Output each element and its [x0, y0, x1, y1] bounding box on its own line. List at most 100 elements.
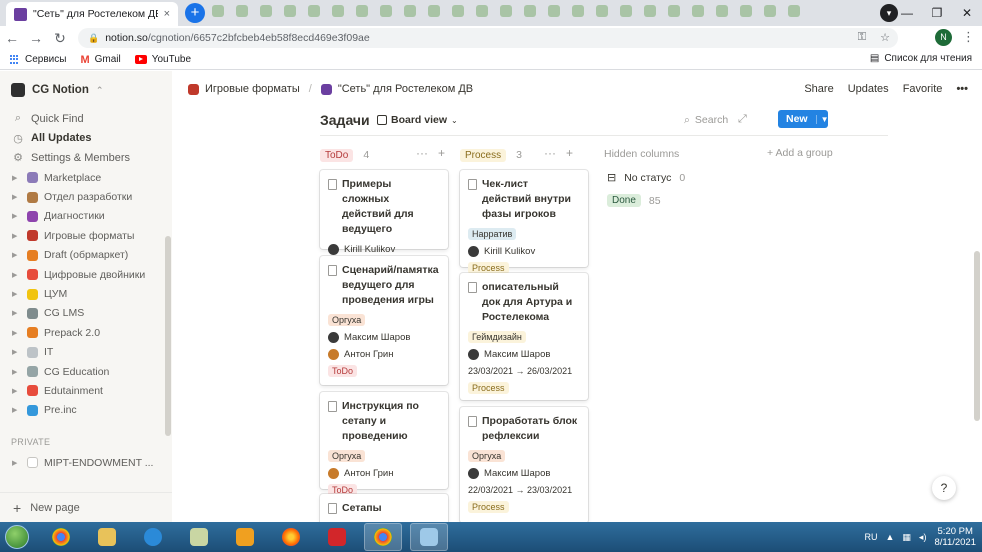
volume-icon[interactable]: ◂): [919, 532, 927, 543]
sidebar-item[interactable]: ▶ Диагностики: [12, 207, 145, 226]
board-card[interactable]: описательный док для Артура и Ростелеком…: [460, 273, 588, 400]
language-indicator[interactable]: RU: [864, 532, 877, 542]
board-column-header[interactable]: Process 3 ··· +: [460, 146, 573, 164]
database-title[interactable]: Задачи: [320, 112, 370, 128]
tab-favicon-icon[interactable]: [740, 5, 752, 17]
caret-right-icon[interactable]: ▶: [12, 406, 21, 414]
board-card[interactable]: Сетапы: [320, 494, 448, 522]
board-card[interactable]: Сценарий/памятка ведущего для проведения…: [320, 256, 448, 385]
back-button[interactable]: ←: [0, 30, 24, 46]
hidden-group-no-status[interactable]: ⊟ No статус 0: [607, 171, 685, 185]
caret-right-icon[interactable]: ▶: [12, 329, 21, 337]
tab-favicon-icon[interactable]: [428, 5, 440, 17]
sidebar-item[interactable]: ▶ CG LMS: [12, 304, 145, 323]
board-card[interactable]: Чек-лист действий внутри фазы игроков Нар…: [460, 170, 588, 274]
tab-favicon-icon[interactable]: [380, 5, 392, 17]
network-icon[interactable]: ▦: [902, 532, 911, 543]
tab-favicon-icon[interactable]: [212, 5, 224, 17]
bookmark-youtube[interactable]: YouTube: [134, 54, 191, 65]
updates-button[interactable]: Updates: [848, 83, 889, 95]
board-column-header[interactable]: ToDo 4 ··· +: [320, 146, 445, 164]
caret-right-icon[interactable]: ▶: [12, 232, 21, 240]
share-button[interactable]: Share: [804, 83, 833, 95]
more-icon[interactable]: ···: [544, 146, 556, 160]
tab-favicon-icon[interactable]: [356, 5, 368, 17]
star-icon[interactable]: ☆: [880, 31, 890, 44]
expand-icon[interactable]: ⤢: [738, 113, 747, 126]
sidebar-item[interactable]: ▶ Marketplace: [12, 168, 145, 187]
board-card[interactable]: Проработать блок рефлексии Оргуха Максим Ш…: [460, 407, 588, 522]
tab-favicon-icon[interactable]: [620, 5, 632, 17]
profile-avatar[interactable]: N: [935, 29, 952, 46]
reload-button[interactable]: ↻: [48, 30, 72, 47]
key-icon[interactable]: ⚿: [858, 31, 866, 44]
sidebar-item[interactable]: ▶ Pre.inc: [12, 401, 145, 420]
board-card[interactable]: Инструкция по сетапу и проведению Оргуха А…: [320, 392, 448, 496]
taskbar-chrome[interactable]: [42, 523, 80, 551]
taskbar-media[interactable]: [226, 523, 264, 551]
taskbar-acrobat[interactable]: [318, 523, 356, 551]
new-item-button[interactable]: New ▼: [778, 110, 829, 128]
bookmark-services[interactable]: Сервисы: [10, 54, 66, 65]
tab-favicon-icon[interactable]: [764, 5, 776, 17]
help-button[interactable]: ?: [932, 476, 956, 500]
breadcrumb-item[interactable]: Игровые форматы: [205, 83, 300, 95]
tab-favicon-icon[interactable]: [668, 5, 680, 17]
taskbar-notepad[interactable]: [410, 523, 448, 551]
new-page-button[interactable]: + New page: [0, 492, 172, 522]
caret-right-icon[interactable]: ▶: [12, 309, 21, 317]
tab-favicon-icon[interactable]: [236, 5, 248, 17]
clock[interactable]: 5:20 PM 8/11/2021: [934, 526, 976, 548]
close-icon[interactable]: ×: [164, 8, 170, 20]
caret-right-icon[interactable]: ▶: [12, 193, 21, 201]
sidebar-item[interactable]: ▶ ЦУМ: [12, 284, 145, 303]
browser-tab[interactable]: "Сеть" для Ростелеком ДВ ×: [6, 2, 178, 26]
tab-favicon-icon[interactable]: [572, 5, 584, 17]
tab-favicon-icon[interactable]: [452, 5, 464, 17]
tab-favicon-icon[interactable]: [788, 5, 800, 17]
taskbar-explorer[interactable]: [88, 523, 126, 551]
caret-right-icon[interactable]: ▶: [12, 459, 21, 467]
hidden-group-done[interactable]: Done 85: [607, 194, 661, 207]
sidebar-scrollbar[interactable]: [165, 236, 171, 436]
breadcrumb-item[interactable]: "Сеть" для Ростелеком ДВ: [338, 83, 473, 95]
caret-right-icon[interactable]: ▶: [12, 271, 21, 279]
workspace-switcher[interactable]: CG Notion ⌃: [11, 83, 103, 97]
address-bar[interactable]: 🔒 notion.so/cgnotion/6657c2bfcbeb4eb58f8…: [78, 28, 898, 48]
sidebar-item[interactable]: ▶ Цифровые двойники: [12, 265, 145, 284]
taskbar-paint[interactable]: [180, 523, 218, 551]
sidebar-item[interactable]: ▶ Игровые форматы: [12, 226, 145, 245]
minimize-button[interactable]: —: [892, 0, 922, 26]
more-options-button[interactable]: •••: [956, 83, 968, 95]
tab-favicon-icon[interactable]: [716, 5, 728, 17]
page-scrollbar[interactable]: [974, 251, 980, 421]
tab-favicon-icon[interactable]: [260, 5, 272, 17]
close-window-button[interactable]: ✕: [952, 0, 982, 26]
tab-favicon-icon[interactable]: [548, 5, 560, 17]
sidebar-item[interactable]: ▶ CG Education: [12, 362, 145, 381]
new-tab-button[interactable]: +: [185, 3, 205, 23]
database-search[interactable]: ⌕ Search: [684, 114, 728, 127]
chrome-menu-icon[interactable]: ⋮: [962, 29, 975, 45]
tab-favicon-icon[interactable]: [644, 5, 656, 17]
sidebar-item[interactable]: ▶ Отдел разработки: [12, 187, 145, 206]
tab-favicon-icon[interactable]: [500, 5, 512, 17]
taskbar-chrome-active[interactable]: [364, 523, 402, 551]
view-selector[interactable]: Board view ⌄: [377, 114, 458, 126]
tab-favicon-icon[interactable]: [596, 5, 608, 17]
taskbar-firefox[interactable]: [272, 523, 310, 551]
more-icon[interactable]: ···: [416, 146, 428, 160]
caret-right-icon[interactable]: ▶: [12, 348, 21, 356]
caret-right-icon[interactable]: ▶: [12, 368, 21, 376]
sidebar-item-mipt[interactable]: ▶ MIPT-ENDOWMENT ...: [12, 453, 153, 472]
sidebar-quick-find[interactable]: ⌕ Quick Find: [12, 109, 130, 129]
forward-button[interactable]: →: [24, 30, 48, 46]
sidebar-item[interactable]: ▶ IT: [12, 343, 145, 362]
tab-favicon-icon[interactable]: [404, 5, 416, 17]
caret-right-icon[interactable]: ▶: [12, 387, 21, 395]
sidebar-item[interactable]: ▶ Prepack 2.0: [12, 323, 145, 342]
lock-icon[interactable]: 🔒: [88, 33, 99, 44]
caret-right-icon[interactable]: ▶: [12, 290, 21, 298]
sidebar-item[interactable]: ▶ Draft (обрмаркет): [12, 246, 145, 265]
sidebar-settings[interactable]: ⚙ Settings & Members: [12, 148, 130, 168]
